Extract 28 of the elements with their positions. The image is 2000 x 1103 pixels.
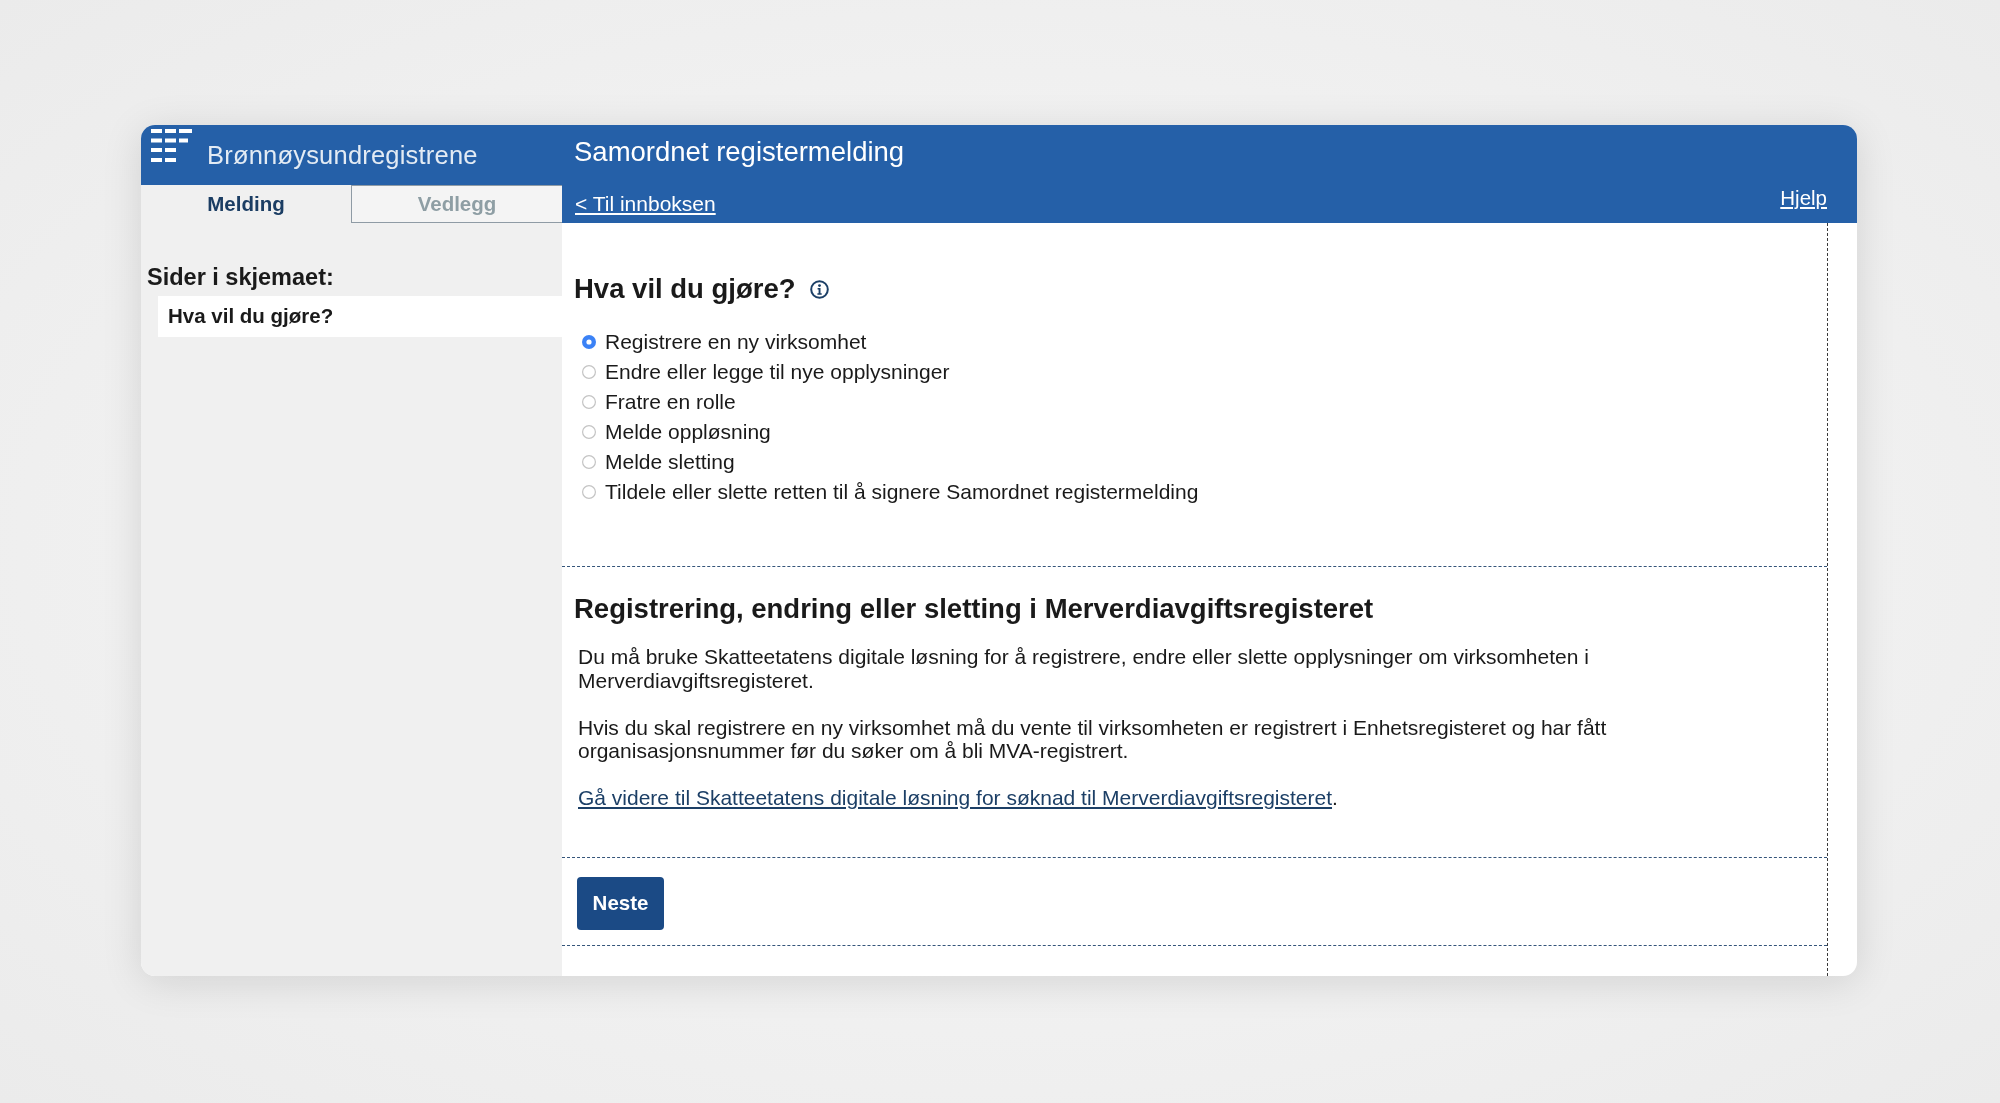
sidebar-item[interactable]: Hva vil du gjøre? bbox=[158, 296, 562, 337]
notice-paragraph: Hvis du skal registrere en ny virksomhet må du vente til virksomheten er registrert i Enhetsregisteret og har fått organisasjonsnummer før du søker om å bli MVA-registrert. bbox=[578, 715, 1608, 763]
question-heading: Hva vil du gjøre? bbox=[574, 273, 796, 305]
radio-button-icon[interactable] bbox=[582, 365, 596, 379]
radio-option[interactable]: Melde sletting bbox=[582, 447, 735, 477]
radio-option[interactable]: Fratre en rolle bbox=[582, 387, 736, 417]
radio-button-icon[interactable] bbox=[582, 395, 596, 409]
tab[interactable]: Melding bbox=[141, 185, 351, 223]
help-link[interactable]: Hjelp bbox=[1780, 186, 1827, 210]
next-button[interactable]: Neste bbox=[577, 876, 664, 930]
radio-button-icon[interactable] bbox=[582, 485, 596, 499]
link-sentence: Gå videre til Skatteetatens digitale løsning for søknad til Merverdiavgiftsregisteret. bbox=[578, 786, 1338, 810]
logo-icon bbox=[151, 129, 192, 162]
radio-option[interactable]: Melde oppløsning bbox=[582, 417, 771, 447]
radio-option[interactable]: Tildele eller slette retten til å signere Samordnet registermelding bbox=[582, 477, 1199, 507]
tax-portal-link[interactable]: Gå videre til Skatteetatens digitale løsning for søknad til Merverdiavgiftsregisteret bbox=[578, 786, 1332, 809]
notice-heading: Registrering, endring eller sletting i Merverdiavgiftsregisteret bbox=[574, 593, 1374, 625]
info-icon bbox=[809, 279, 829, 299]
back-link[interactable]: < Til innboksen bbox=[575, 192, 716, 216]
radio-button-icon[interactable] bbox=[582, 335, 596, 349]
radio-button-icon[interactable] bbox=[582, 425, 596, 439]
radio-button-icon[interactable] bbox=[582, 455, 596, 469]
sidebar-heading: Sider i skjemaet: bbox=[147, 263, 334, 291]
radio-option[interactable]: Registrere en ny virksomhet bbox=[582, 327, 867, 357]
brand-name: Brønnøysundregistrene bbox=[207, 140, 478, 170]
radio-option[interactable]: Endre eller legge til nye opplysninger bbox=[582, 357, 950, 387]
page-title: Samordnet registermelding bbox=[574, 136, 905, 168]
notice-paragraph: Du må bruke Skatteetatens digitale løsning for å registrere, endre eller slette opplysninger om virksomheten i Merverdiavgiftsregisteret. bbox=[578, 645, 1590, 692]
